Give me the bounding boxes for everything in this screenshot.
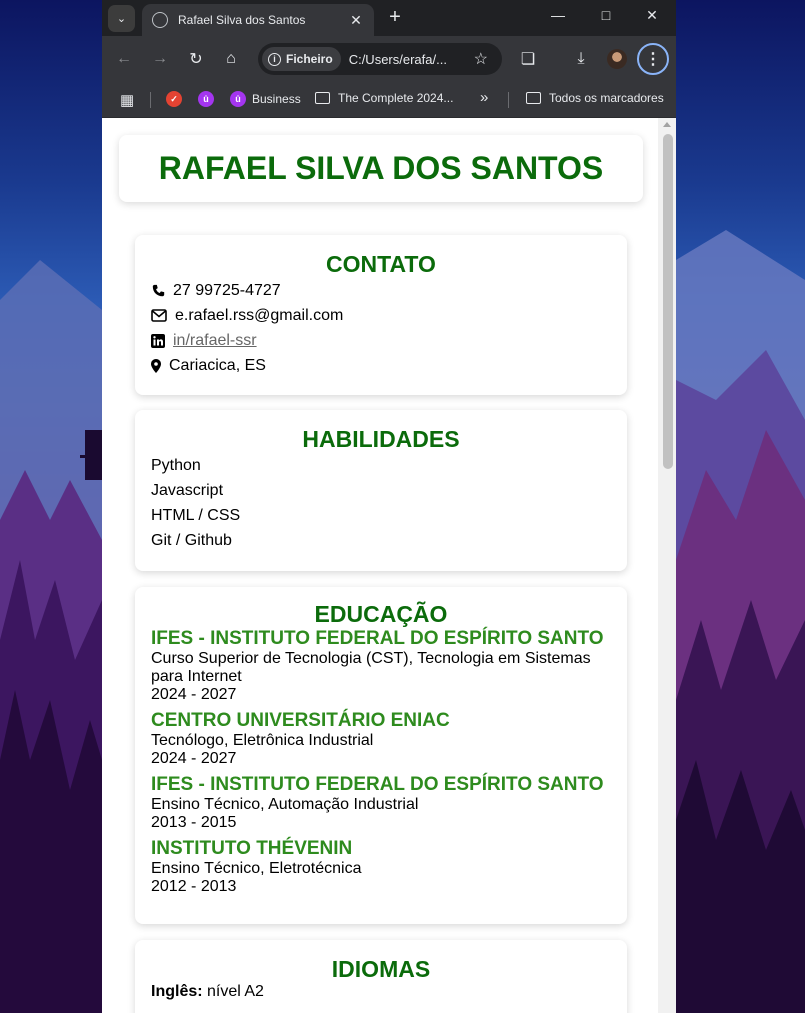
minimize-button[interactable]: — [535, 7, 581, 23]
bookmark-label: Todos os marcadores [549, 91, 664, 105]
email-address: e.rafael.rss@gmail.com [175, 306, 344, 324]
bookmark-udemy[interactable]: û [198, 91, 214, 107]
forward-arrow-icon[interactable]: → [148, 47, 172, 71]
page-viewport: RAFAEL SILVA DOS SANTOS CONTATO 27 99725… [102, 118, 676, 1013]
window-close-button[interactable]: ✕ [629, 7, 675, 24]
desktop-wallpaper-left [0, 0, 102, 1013]
browser-window: ⌄ Rafael Silva dos Santos ✕ + — □ ✕ ← → … [102, 0, 676, 1013]
all-bookmarks-folder[interactable]: Todos os marcadores [526, 91, 664, 105]
url-text[interactable]: C:/Users/erafa/... [349, 52, 447, 67]
education-course: Tecnólogo, Eletrônica Industrial [151, 732, 374, 749]
language-level: nível A2 [207, 983, 264, 1000]
site-info-chip[interactable]: i Ficheiro [262, 47, 341, 71]
overflow-chevron-icon: » [480, 89, 489, 106]
profile-avatar[interactable] [607, 49, 627, 69]
tab-title: Rafael Silva dos Santos [178, 13, 306, 27]
bookmarks-bar: ▦ ✓ û û Business The Complete 2024... » … [102, 82, 676, 118]
bookmark-star-icon[interactable]: ☆ [474, 49, 488, 69]
location-text: Cariacica, ES [169, 356, 266, 374]
page-scrollbar[interactable] [658, 118, 676, 1013]
site-info-label: Ficheiro [286, 52, 333, 66]
resume-name: RAFAEL SILVA DOS SANTOS [158, 150, 604, 186]
linkedin-icon [151, 333, 165, 348]
tab-close-icon[interactable]: ✕ [348, 12, 364, 29]
education-card: EDUCAÇÃO IFES - INSTITUTO FEDERAL DO ESP… [135, 587, 627, 924]
education-institution: CENTRO UNIVERSITÁRIO ENIAC [151, 710, 450, 731]
education-period: 2024 - 2027 [151, 686, 237, 703]
skills-card: HABILIDADES Python Javascript HTML / CSS… [135, 410, 627, 571]
apps-grid-icon[interactable]: ▦ [120, 91, 134, 109]
address-bar[interactable]: i Ficheiro C:/Users/erafa/... ☆ [258, 43, 502, 75]
envelope-icon [151, 309, 167, 323]
contact-location: Cariacica, ES [151, 353, 611, 378]
check-icon: ✓ [166, 91, 182, 107]
folder-icon [526, 92, 541, 104]
browser-toolbar: ← → ↻ ⌂ i Ficheiro C:/Users/erafa/... ☆ … [102, 36, 676, 82]
home-icon[interactable]: ⌂ [219, 47, 243, 71]
education-entry: INSTITUTO THÉVENIN Ensino Técnico, Eletr… [151, 838, 611, 896]
skill-item: HTML / CSS [151, 507, 241, 524]
language-name: Inglês: [151, 983, 203, 1000]
globe-icon [152, 12, 168, 28]
education-period: 2024 - 2027 [151, 750, 237, 767]
education-course: Ensino Técnico, Automação Industrial [151, 796, 419, 813]
download-icon[interactable]: ⤓ [569, 47, 593, 71]
education-title: EDUCAÇÃO [314, 601, 448, 627]
bookmark-folder-course[interactable]: The Complete 2024... [315, 91, 453, 105]
udemy-icon: û [198, 91, 214, 107]
tab-strip: ⌄ Rafael Silva dos Santos ✕ + — □ ✕ [102, 0, 676, 36]
bookmark-business[interactable]: û Business [230, 91, 301, 107]
resume-header: RAFAEL SILVA DOS SANTOS [119, 135, 643, 202]
phone-number: 27 99725-4727 [173, 281, 281, 299]
education-period: 2012 - 2013 [151, 878, 237, 895]
languages-title: IDIOMAS [331, 956, 431, 982]
language-item: Inglês: nível A2 [151, 983, 611, 1001]
back-arrow-icon[interactable]: ← [112, 47, 136, 71]
chevron-down-icon: ⌄ [116, 13, 127, 25]
new-tab-button[interactable]: + [384, 6, 406, 29]
contact-linkedin: in/rafael-ssr [151, 328, 611, 353]
education-period: 2013 - 2015 [151, 814, 237, 831]
folder-icon [315, 92, 330, 104]
bookmarks-overflow-button[interactable]: » [480, 89, 488, 106]
kebab-menu-icon: ⋮ [645, 51, 661, 68]
education-entry: CENTRO UNIVERSITÁRIO ENIAC Tecnólogo, El… [151, 710, 611, 768]
bookmark-todoist[interactable]: ✓ [166, 91, 182, 107]
skill-item: Git / Github [151, 532, 232, 549]
linkedin-link[interactable]: in/rafael-ssr [173, 332, 257, 350]
scrollbar-thumb[interactable] [663, 134, 673, 469]
info-icon: i [268, 52, 281, 66]
desktop-wallpaper-right [676, 0, 805, 1013]
map-pin-icon [151, 358, 161, 373]
extensions-puzzle-icon[interactable]: ❏ [516, 47, 540, 71]
tab-search-button[interactable]: ⌄ [108, 5, 135, 32]
languages-card: IDIOMAS Inglês: nível A2 [135, 940, 627, 1013]
contact-card: CONTATO 27 99725-4727 e.rafael.rss@gmail… [135, 235, 627, 395]
education-entry: IFES - INSTITUTO FEDERAL DO ESPÍRITO SAN… [151, 628, 611, 704]
bookmark-label: Business [252, 92, 301, 106]
skill-item: Javascript [151, 482, 224, 499]
maximize-button[interactable]: □ [583, 7, 629, 23]
reload-icon[interactable]: ↻ [184, 47, 208, 71]
education-course: Curso Superior de Tecnologia (CST), Tecn… [151, 650, 591, 685]
bookmark-separator [150, 92, 151, 108]
bookmark-label: The Complete 2024... [338, 91, 454, 105]
skill-item: Python [151, 457, 201, 474]
contact-title: CONTATO [326, 251, 436, 277]
contact-phone: 27 99725-4727 [151, 278, 611, 303]
contact-email: e.rafael.rss@gmail.com [151, 303, 611, 328]
education-course: Ensino Técnico, Eletrotécnica [151, 860, 362, 877]
education-entry: IFES - INSTITUTO FEDERAL DO ESPÍRITO SAN… [151, 774, 611, 832]
skills-title: HABILIDADES [302, 426, 460, 452]
tab-active[interactable]: Rafael Silva dos Santos ✕ [142, 4, 374, 36]
bookmark-separator [508, 92, 509, 108]
udemy-business-icon: û [230, 91, 246, 107]
browser-menu-button[interactable]: ⋮ [637, 43, 669, 75]
scroll-up-arrow-icon[interactable] [663, 122, 671, 127]
education-institution: INSTITUTO THÉVENIN [151, 838, 353, 859]
education-institution: IFES - INSTITUTO FEDERAL DO ESPÍRITO SAN… [151, 774, 604, 795]
education-institution: IFES - INSTITUTO FEDERAL DO ESPÍRITO SAN… [151, 628, 604, 649]
phone-icon [151, 284, 165, 298]
